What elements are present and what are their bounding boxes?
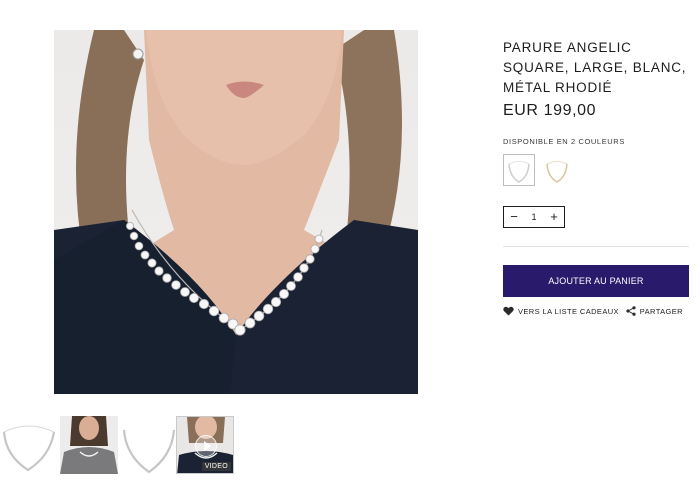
share-icon bbox=[626, 306, 636, 316]
thumbnail-necklace-product[interactable] bbox=[0, 416, 58, 474]
swatch-gold[interactable] bbox=[541, 154, 573, 186]
product-price: EUR 199,00 bbox=[503, 102, 597, 119]
video-label: VIDEO bbox=[201, 462, 231, 471]
thumbnail-necklace-product-alt[interactable] bbox=[120, 416, 178, 474]
product-title: PARURE ANGELIC SQUARE, LARGE, BLANC, MÉT… bbox=[503, 40, 687, 95]
necklace-gold-icon bbox=[546, 161, 568, 183]
necklace-silver-icon bbox=[508, 161, 530, 183]
quantity-stepper: − 1 + bbox=[503, 206, 565, 228]
color-swatches bbox=[503, 154, 689, 188]
product-actions: VERS LA LISTE CADEAUX PARTAGER bbox=[503, 306, 689, 320]
swatch-silver[interactable] bbox=[503, 154, 535, 186]
quantity-increase-button[interactable]: + bbox=[544, 207, 564, 227]
quantity-decrease-button[interactable]: − bbox=[504, 207, 524, 227]
heart-icon bbox=[503, 306, 514, 316]
thumbnail-model-wearing[interactable] bbox=[60, 416, 118, 474]
main-product-image[interactable] bbox=[54, 30, 418, 394]
thumbnail-strip: VIDEO bbox=[0, 416, 240, 476]
colors-label: DISPONIBLE EN 2 COULEURS bbox=[503, 137, 625, 146]
wishlist-link[interactable]: VERS LA LISTE CADEAUX bbox=[503, 306, 619, 316]
quantity-value[interactable]: 1 bbox=[524, 212, 544, 222]
divider bbox=[503, 246, 689, 247]
play-icon[interactable] bbox=[195, 435, 217, 457]
thumbnail-video[interactable]: VIDEO bbox=[176, 416, 234, 474]
wishlist-label: VERS LA LISTE CADEAUX bbox=[518, 306, 619, 316]
model-necklace-illustration bbox=[54, 30, 418, 394]
share-label: PARTAGER bbox=[639, 306, 683, 316]
product-info: PARURE ANGELIC SQUARE, LARGE, BLANC, MÉT… bbox=[503, 38, 689, 316]
add-to-cart-button[interactable]: AJOUTER AU PANIER bbox=[503, 265, 689, 297]
share-link[interactable]: PARTAGER bbox=[626, 306, 683, 316]
